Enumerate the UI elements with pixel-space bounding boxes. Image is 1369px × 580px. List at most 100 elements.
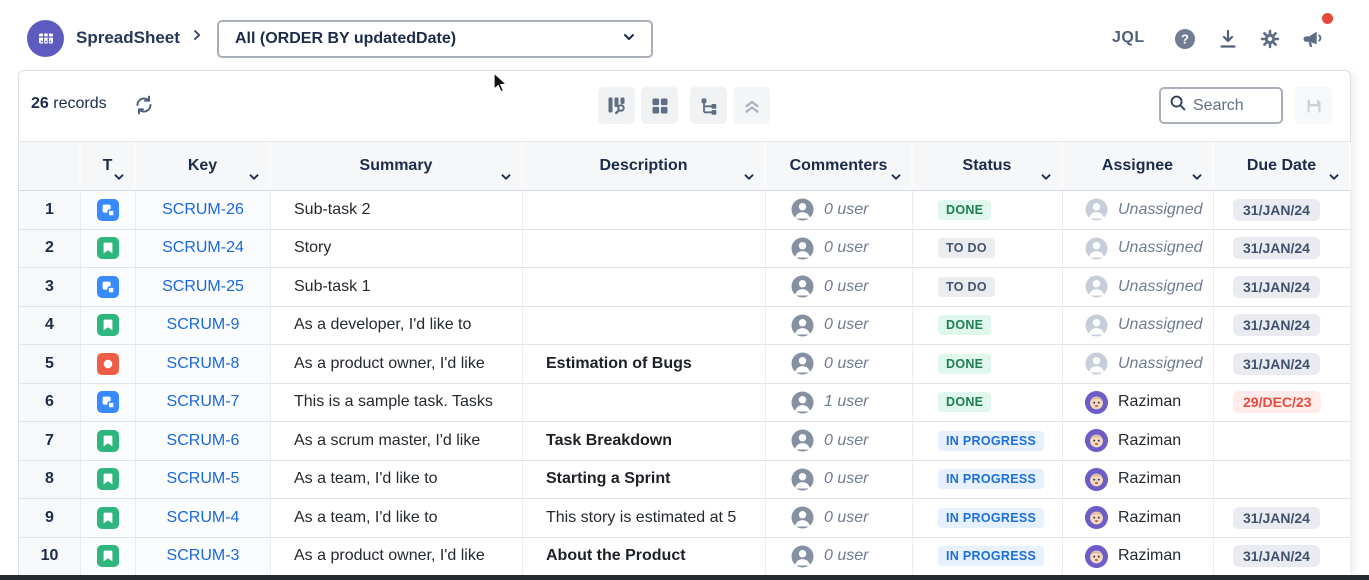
issue-key-link[interactable]: SCRUM-8 (167, 355, 240, 373)
table-row[interactable]: 7 SCRUM-6 As a scrum master, I'd like Ta… (19, 422, 1350, 461)
summary-cell[interactable]: As a developer, I'd like to (271, 307, 523, 346)
status-cell[interactable]: DONE (913, 191, 1063, 230)
chevron-down-icon[interactable] (112, 170, 126, 184)
description-cell[interactable]: Estimation of Bugs (523, 345, 766, 384)
summary-cell[interactable]: As a product owner, I'd like (271, 345, 523, 384)
column-settings-button[interactable] (598, 87, 635, 124)
grid-view-button[interactable] (641, 87, 678, 124)
settings-gear-icon[interactable] (1259, 28, 1281, 50)
jql-button[interactable]: JQL (1112, 29, 1145, 47)
status-cell[interactable]: IN PROGRESS (913, 461, 1063, 500)
header-key[interactable]: Key (136, 142, 271, 190)
row-number-cell[interactable]: 7 (19, 422, 81, 461)
issue-key-link[interactable]: SCRUM-25 (162, 278, 244, 296)
due-date-cell[interactable]: 31/JAN/24 (1214, 268, 1351, 307)
collapse-all-button[interactable] (733, 87, 770, 124)
chevron-down-icon[interactable] (742, 170, 756, 184)
commenters-cell[interactable]: 0 user (766, 345, 913, 384)
table-row[interactable]: 9 SCRUM-4 As a team, I'd like to This st… (19, 499, 1350, 538)
chevron-down-icon[interactable] (1327, 170, 1341, 184)
issue-type-cell[interactable] (81, 499, 136, 538)
header-due-date[interactable]: Due Date (1214, 142, 1351, 190)
download-icon[interactable] (1217, 28, 1239, 50)
issue-type-cell[interactable] (81, 268, 136, 307)
commenters-cell[interactable]: 0 user (766, 461, 913, 500)
description-cell[interactable] (523, 230, 766, 269)
row-number-cell[interactable]: 4 (19, 307, 81, 346)
issue-key-link[interactable]: SCRUM-4 (167, 509, 240, 527)
assignee-cell[interactable]: Unassigned (1063, 345, 1214, 384)
assignee-cell[interactable]: Unassigned (1063, 230, 1214, 269)
assignee-cell[interactable]: Raziman (1063, 384, 1214, 423)
save-view-button[interactable] (1295, 87, 1332, 124)
assignee-cell[interactable]: Unassigned (1063, 307, 1214, 346)
issue-type-cell[interactable] (81, 538, 136, 577)
announcements-megaphone-icon[interactable] (1301, 28, 1323, 50)
issue-key-link[interactable]: SCRUM-3 (167, 547, 240, 565)
summary-cell[interactable]: Sub-task 1 (271, 268, 523, 307)
header-type[interactable]: T (81, 142, 136, 190)
header-description[interactable]: Description (523, 142, 766, 190)
filter-dropdown[interactable]: All (ORDER BY updatedDate) (217, 20, 653, 58)
issue-key-link[interactable]: SCRUM-24 (162, 239, 244, 257)
status-cell[interactable]: DONE (913, 384, 1063, 423)
due-date-cell[interactable] (1214, 422, 1351, 461)
header-summary[interactable]: Summary (271, 142, 523, 190)
due-date-cell[interactable]: 31/JAN/24 (1214, 499, 1351, 538)
status-cell[interactable]: IN PROGRESS (913, 422, 1063, 461)
chevron-down-icon[interactable] (499, 170, 513, 184)
commenters-cell[interactable]: 0 user (766, 538, 913, 577)
description-cell[interactable] (523, 191, 766, 230)
table-row[interactable]: 10 SCRUM-3 As a product owner, I'd like … (19, 538, 1350, 577)
summary-cell[interactable]: Story (271, 230, 523, 269)
assignee-cell[interactable]: Raziman (1063, 499, 1214, 538)
description-cell[interactable]: Starting a Sprint (523, 461, 766, 500)
row-number-cell[interactable]: 2 (19, 230, 81, 269)
due-date-cell[interactable]: 29/DEC/23 (1214, 384, 1351, 423)
row-number-cell[interactable]: 9 (19, 499, 81, 538)
row-number-cell[interactable]: 10 (19, 538, 81, 577)
status-cell[interactable]: IN PROGRESS (913, 538, 1063, 577)
row-number-cell[interactable]: 5 (19, 345, 81, 384)
table-row[interactable]: 4 SCRUM-9 As a developer, I'd like to (19, 307, 1350, 346)
status-cell[interactable]: DONE (913, 345, 1063, 384)
issue-type-cell[interactable] (81, 345, 136, 384)
chevron-down-icon[interactable] (1190, 170, 1204, 184)
assignee-cell[interactable]: Raziman (1063, 538, 1214, 577)
status-cell[interactable]: TO DO (913, 230, 1063, 269)
row-number-cell[interactable]: 8 (19, 461, 81, 500)
summary-cell[interactable]: As a scrum master, I'd like (271, 422, 523, 461)
chevron-down-icon[interactable] (1039, 170, 1053, 184)
chevron-down-icon[interactable] (247, 170, 261, 184)
description-cell[interactable] (523, 268, 766, 307)
table-row[interactable]: 6 SCRUM-7 This is a sample task. Tasks (19, 384, 1350, 423)
status-cell[interactable]: IN PROGRESS (913, 499, 1063, 538)
table-row[interactable]: 2 SCRUM-24 Story 0 user (19, 230, 1350, 269)
summary-cell[interactable]: As a team, I'd like to (271, 461, 523, 500)
assignee-cell[interactable]: Unassigned (1063, 191, 1214, 230)
assignee-cell[interactable]: Unassigned (1063, 268, 1214, 307)
hierarchy-view-button[interactable] (690, 87, 727, 124)
description-cell[interactable]: Task Breakdown (523, 422, 766, 461)
table-row[interactable]: 5 SCRUM-8 As a product owner, I'd like E… (19, 345, 1350, 384)
issue-key-link[interactable]: SCRUM-26 (162, 201, 244, 219)
chevron-down-icon[interactable] (889, 170, 903, 184)
issue-type-cell[interactable] (81, 230, 136, 269)
help-icon[interactable]: ? (1174, 28, 1196, 50)
due-date-cell[interactable]: 31/JAN/24 (1214, 345, 1351, 384)
table-row[interactable]: 3 SCRUM-25 Sub-task 1 (19, 268, 1350, 307)
status-cell[interactable]: TO DO (913, 268, 1063, 307)
commenters-cell[interactable]: 0 user (766, 499, 913, 538)
issue-type-cell[interactable] (81, 384, 136, 423)
issue-type-cell[interactable] (81, 191, 136, 230)
header-commenters[interactable]: Commenters (766, 142, 913, 190)
app-title[interactable]: SpreadSheet (76, 28, 180, 48)
assignee-cell[interactable]: Raziman (1063, 461, 1214, 500)
commenters-cell[interactable]: 0 user (766, 230, 913, 269)
assignee-cell[interactable]: Raziman (1063, 422, 1214, 461)
due-date-cell[interactable]: 31/JAN/24 (1214, 307, 1351, 346)
summary-cell[interactable]: As a team, I'd like to (271, 499, 523, 538)
due-date-cell[interactable]: 31/JAN/24 (1214, 538, 1351, 577)
description-cell[interactable]: About the Product (523, 538, 766, 577)
description-cell[interactable]: This story is estimated at 5 (523, 499, 766, 538)
